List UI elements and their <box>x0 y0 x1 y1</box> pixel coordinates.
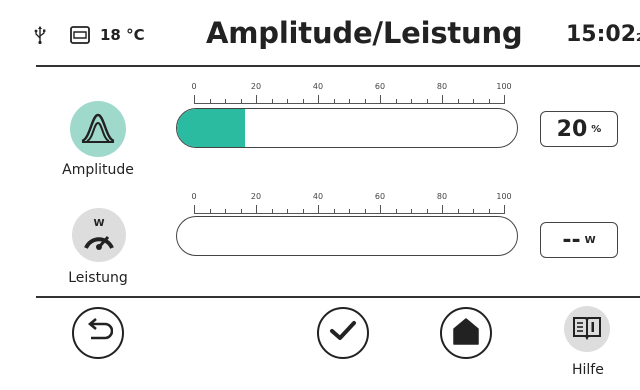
leistung-scale-tick <box>473 209 474 214</box>
leistung-scale-tick <box>333 209 335 214</box>
amplitude-scale-label: 20 <box>250 82 262 91</box>
footer-divider <box>36 296 640 298</box>
help-button[interactable] <box>564 306 610 352</box>
leistung-scale-tick <box>457 209 459 214</box>
gauge-icon[interactable]: W <box>72 208 126 262</box>
header-bar: 18 °C Amplitude/Leistung 15:022 <box>0 0 640 66</box>
leistung-scale-label: 20 <box>250 192 262 201</box>
amplitude-scale-tick <box>333 99 335 104</box>
amplitude-scale-tick <box>488 99 490 104</box>
amplitude-scale-tick <box>473 99 474 104</box>
amplitude-scale-label: 80 <box>436 82 448 91</box>
sd-card-icon <box>70 26 90 48</box>
amplitude-scale: 0 20 40 60 80 100 <box>191 82 512 110</box>
leistung-label: Leistung <box>68 270 128 286</box>
leistung-scale-tick <box>411 209 412 214</box>
amplitude-scale-tick <box>225 99 226 104</box>
amplitude-value: 20 <box>556 116 588 142</box>
leistung-scale-tick <box>194 205 195 214</box>
usb-icon <box>34 26 46 48</box>
amplitude-scale-tick <box>194 95 195 104</box>
amplitude-scale-tick <box>271 99 273 104</box>
amplitude-label: Amplitude <box>62 162 134 178</box>
leistung-scale-label: 40 <box>312 192 324 201</box>
amplitude-scale-tick <box>504 95 505 104</box>
help-label: Hilfe <box>572 362 604 378</box>
page-title: Amplitude/Leistung <box>206 16 523 50</box>
amplitude-scale-tick <box>209 99 211 104</box>
leistung-scale-label: 80 <box>436 192 448 201</box>
amplitude-scale-label: 100 <box>496 82 512 91</box>
amplitude-scale-tick <box>411 99 412 104</box>
amplitude-scale-label: 40 <box>312 82 324 91</box>
amplitude-scale-label: 0 <box>191 82 197 91</box>
amplitude-scale-tick <box>349 99 350 104</box>
amplitude-scale-label: 60 <box>374 82 386 91</box>
leistung-scale-tick <box>240 209 242 214</box>
amplitude-scale-tick <box>256 95 257 104</box>
amplitude-scale-tick <box>364 99 366 104</box>
header-divider <box>36 65 640 67</box>
amplitude-scale-tick <box>302 99 304 104</box>
amplitude-value-box[interactable]: 20 % <box>540 111 618 147</box>
leistung-scale-tick <box>225 209 226 214</box>
amplitude-bar[interactable] <box>176 108 518 148</box>
leistung-scale-tick <box>380 205 381 214</box>
leistung-scale-tick <box>442 205 443 214</box>
leistung-bar[interactable] <box>176 216 518 256</box>
leistung-scale-tick <box>318 205 319 214</box>
amplitude-scale-tick <box>457 99 459 104</box>
clock: 15:022 <box>566 22 640 47</box>
amplitude-scale-tick <box>318 95 319 104</box>
leistung-scale-label: 0 <box>191 192 197 201</box>
leistung-scale-tick <box>504 205 505 214</box>
help-book-icon <box>572 314 602 344</box>
home-button[interactable] <box>440 307 492 359</box>
leistung-scale-tick <box>209 209 211 214</box>
back-icon <box>83 318 114 348</box>
leistung-scale-tick <box>302 209 304 214</box>
amplitude-scale-tick <box>287 99 288 104</box>
amplitude-scale-tick <box>395 99 397 104</box>
amplitude-scale-tick <box>426 99 428 104</box>
amplitude-bar-fill <box>177 109 245 147</box>
temperature-readout: 18 °C <box>100 26 145 44</box>
amplitude-scale-tick <box>240 99 242 104</box>
amplitude-scale-tick <box>380 95 381 104</box>
leistung-scale-tick <box>488 209 490 214</box>
leistung-icon-letter: W <box>93 218 104 229</box>
leistung-scale-tick <box>256 205 257 214</box>
clock-time: 15:02 <box>566 22 637 47</box>
amplitude-wave-icon[interactable] <box>70 101 126 157</box>
leistung-scale-tick <box>395 209 397 214</box>
leistung-scale-label: 60 <box>374 192 386 201</box>
leistung-scale-tick <box>426 209 428 214</box>
confirm-button[interactable] <box>317 307 369 359</box>
check-icon <box>329 320 357 346</box>
leistung-scale-tick <box>349 209 350 214</box>
leistung-scale-label: 100 <box>496 192 512 201</box>
leistung-scale-tick <box>364 209 366 214</box>
leistung-value: -- <box>562 227 581 253</box>
home-icon <box>452 317 480 349</box>
amplitude-scale-tick <box>442 95 443 104</box>
leistung-unit: W <box>584 234 596 246</box>
clock-suffix: 2 <box>636 31 640 44</box>
back-button[interactable] <box>72 307 124 359</box>
leistung-scale-tick <box>287 209 288 214</box>
leistung-scale-tick <box>271 209 273 214</box>
leistung-value-box[interactable]: -- W <box>540 222 618 258</box>
amplitude-unit: % <box>591 123 602 135</box>
